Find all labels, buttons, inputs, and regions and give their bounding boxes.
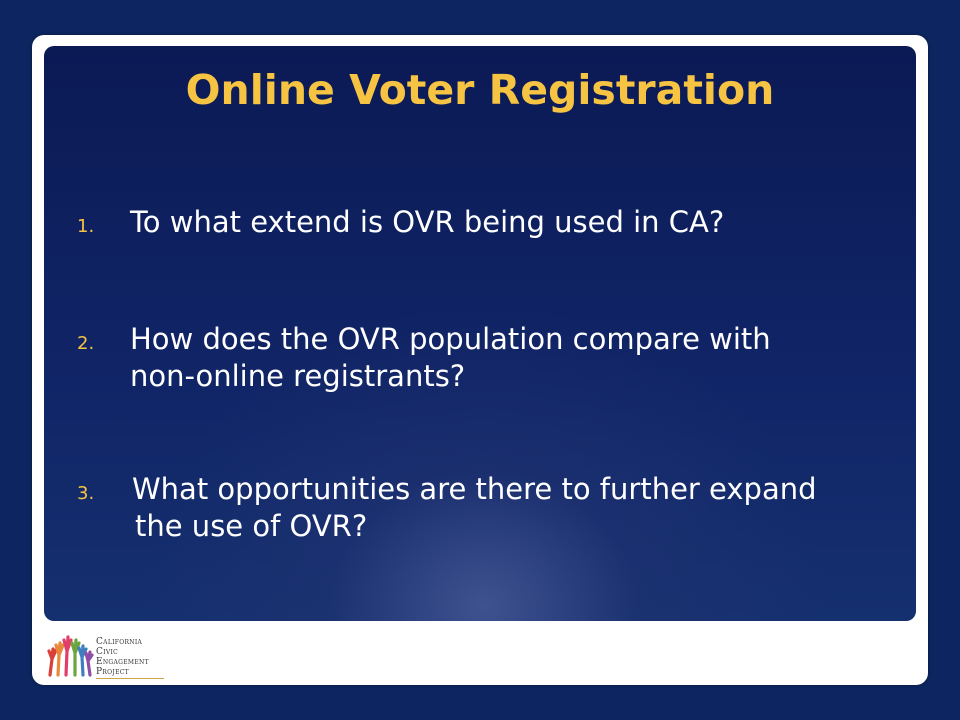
question-1-line1: To what extend is OVR being used in CA? [130, 205, 725, 239]
question-1-number: 1. [77, 216, 95, 237]
question-3-line2: the use of OVR? [135, 509, 368, 543]
ccep-logo: California Civic Engagement Project [44, 631, 164, 679]
logo-line-4: Project [96, 667, 129, 677]
logo-underline [96, 678, 164, 679]
raised-hands-icon [47, 635, 94, 677]
question-2-number: 2. [77, 333, 95, 354]
question-1-text: To what extend is OVR being used in CA? [130, 204, 890, 241]
question-2-line2: non-online registrants? [130, 359, 466, 393]
question-2-line1: How does the OVR population compare with [130, 322, 771, 356]
slide-title: Online Voter Registration [185, 66, 775, 114]
slide-frame: Online Voter Registration 1. To what ext… [32, 35, 928, 685]
question-3-line1: What opportunities are there to further … [132, 472, 817, 506]
question-3-number: 3. [77, 483, 95, 504]
logo-text: California Civic Engagement Project [96, 637, 149, 677]
logo-line-3: Engagement [96, 657, 149, 667]
logo-line-2: Civic [96, 647, 119, 657]
question-3-text: What opportunities are there to further … [132, 471, 912, 545]
content-panel: Online Voter Registration 1. To what ext… [44, 46, 916, 621]
logo-line-1: California [96, 637, 143, 647]
question-2-text: How does the OVR population compare with… [130, 321, 890, 395]
